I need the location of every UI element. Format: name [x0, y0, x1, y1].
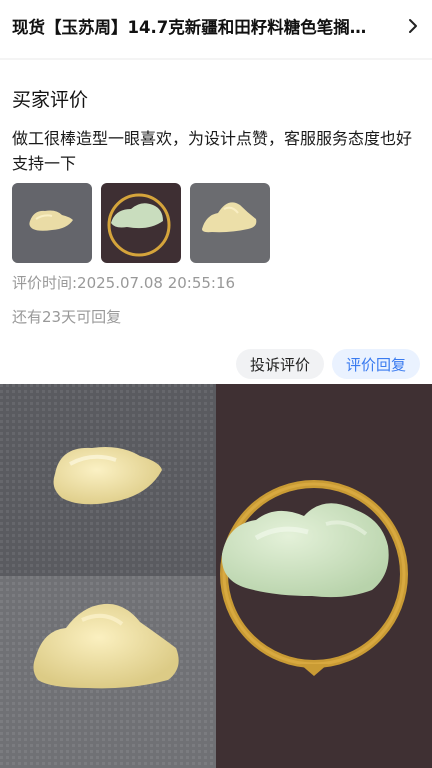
reply-review-button[interactable]: 评价回复 — [331, 349, 420, 379]
product-title[interactable]: 现货【玉苏周】14.7克新疆和田籽料糖色笔搁… — [12, 14, 402, 38]
thumbnail-row — [12, 183, 270, 263]
section-title: 买家评价 — [12, 89, 89, 111]
review-thumbnail-2[interactable] — [101, 183, 181, 263]
reply-remaining: 还有23天可回复 — [12, 308, 122, 326]
divider — [0, 58, 432, 60]
review-thumbnail-1[interactable] — [12, 183, 92, 263]
review-actions: 投诉评价 评价回复 — [235, 349, 420, 379]
review-thumbnail-3[interactable] — [190, 183, 270, 263]
review-text: 做工很棒造型一眼喜欢，为设计点赞，客服服务态度也好 支持一下 — [12, 129, 413, 173]
review-photo-1[interactable] — [0, 384, 216, 576]
chevron-right-icon[interactable] — [402, 16, 418, 36]
review-photo-2[interactable] — [0, 576, 216, 768]
review-photo-3[interactable] — [216, 384, 432, 768]
review-time: 评价时间:2025.07.08 20:55:16 — [12, 274, 236, 292]
complain-review-button[interactable]: 投诉评价 — [235, 349, 324, 379]
product-bar[interactable]: 现货【玉苏周】14.7克新疆和田籽料糖色笔搁… — [0, 0, 432, 52]
